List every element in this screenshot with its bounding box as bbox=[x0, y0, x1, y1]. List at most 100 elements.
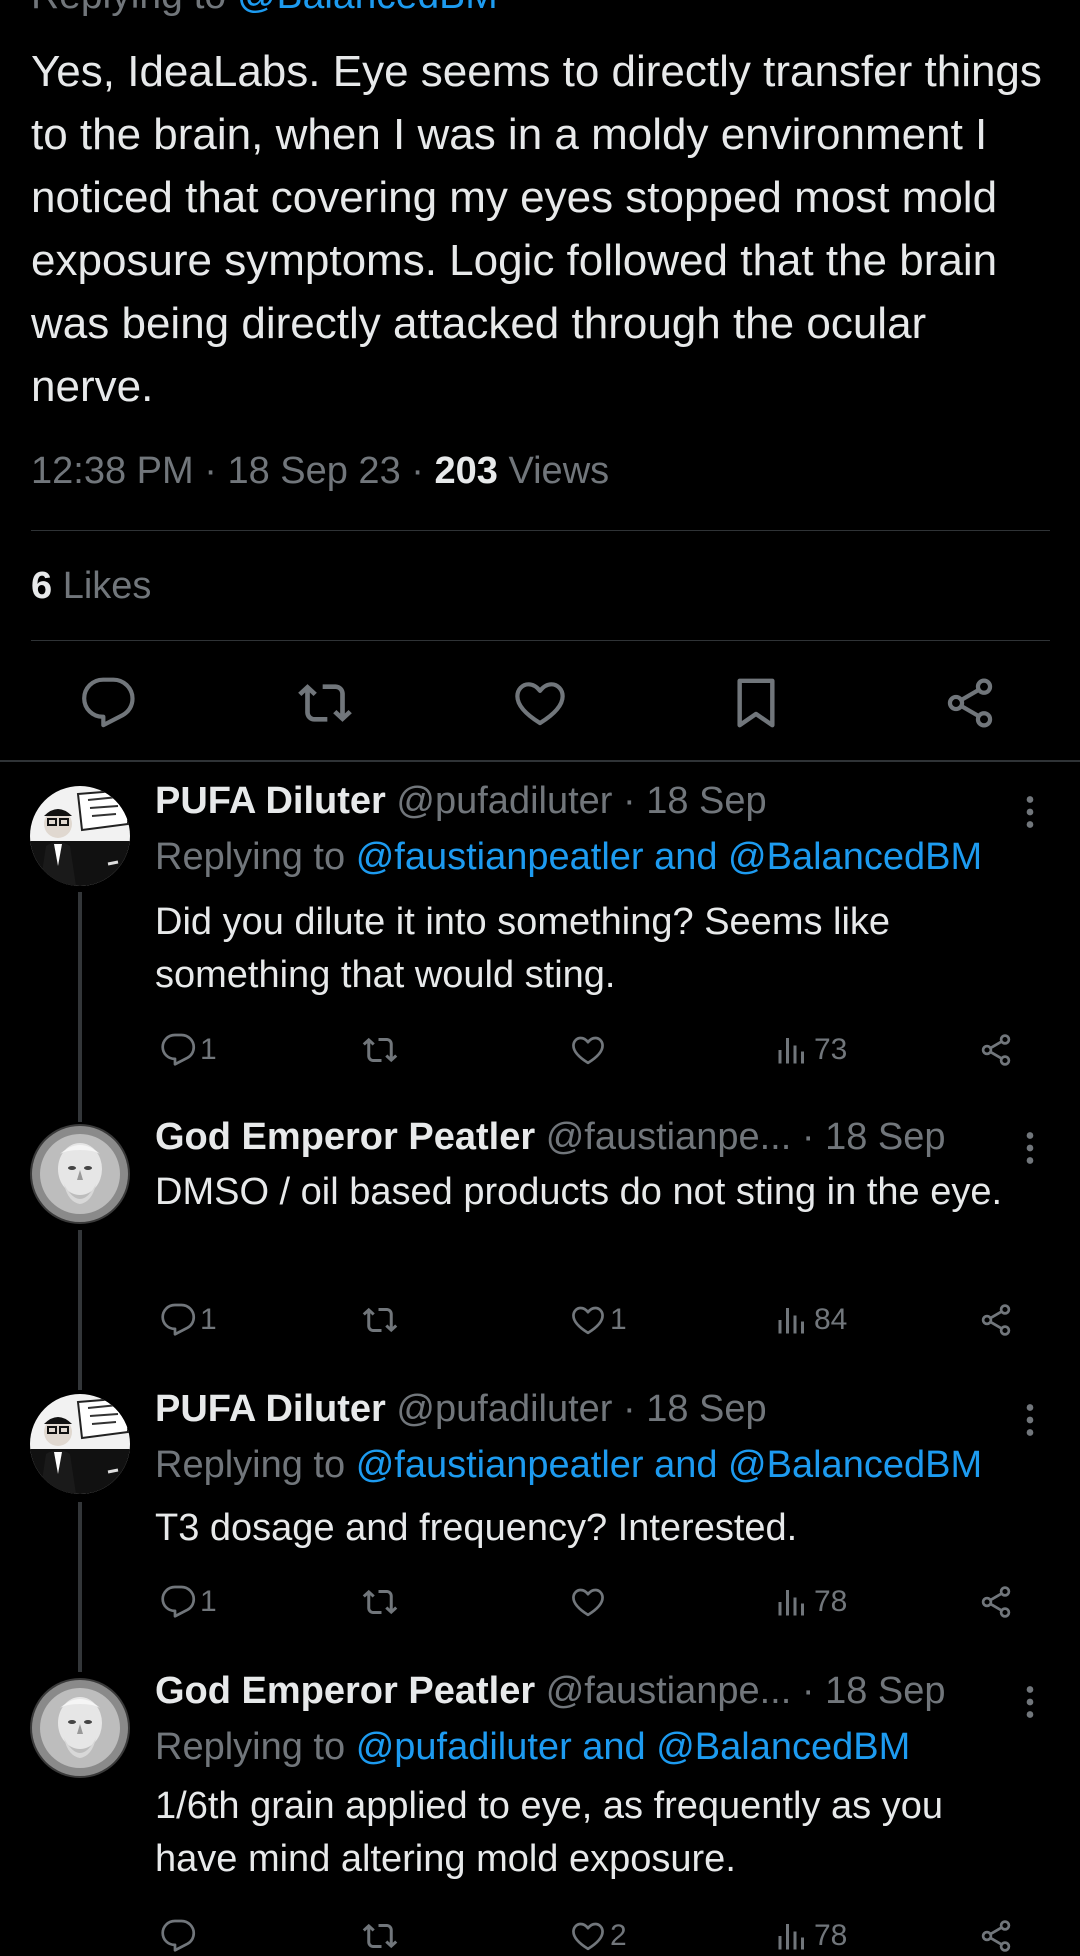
more-icon bbox=[1010, 1128, 1050, 1168]
author-handle[interactable]: @pufadiluter bbox=[396, 1388, 612, 1430]
like-button[interactable]: 1 bbox=[570, 1300, 627, 1340]
avatar[interactable] bbox=[30, 786, 130, 886]
reply-date: · 18 Sep bbox=[623, 1388, 767, 1430]
likes-count: 6 bbox=[31, 565, 53, 607]
reply-icon bbox=[160, 1918, 196, 1954]
replying-to: Replying to @faustianpeatler and @Balanc… bbox=[155, 1444, 982, 1487]
views-button[interactable]: 78 bbox=[774, 1582, 847, 1622]
replying-to: Replying to @pufadiluter and @BalancedBM bbox=[155, 1726, 910, 1769]
view-count: 84 bbox=[814, 1303, 848, 1336]
like-button[interactable] bbox=[570, 1582, 610, 1622]
author-name[interactable]: PUFA Diluter bbox=[155, 1388, 386, 1430]
share-icon bbox=[978, 1302, 1014, 1338]
views-icon bbox=[774, 1584, 810, 1620]
view-count: 78 bbox=[814, 1919, 848, 1952]
author-name[interactable]: God Emperor Peatler bbox=[155, 1670, 535, 1712]
reply-text: DMSO / oil based products do not sting i… bbox=[155, 1171, 1003, 1213]
views-button[interactable]: 78 bbox=[774, 1916, 847, 1956]
retweet-icon bbox=[362, 1584, 398, 1620]
like-icon bbox=[570, 1032, 606, 1068]
reply-button[interactable] bbox=[80, 675, 136, 731]
author-handle[interactable]: @pufadiluter bbox=[396, 780, 612, 822]
share-button[interactable] bbox=[978, 1300, 1014, 1340]
main-tweet-text: Yes, IdeaLabs. Eye seems to directly tra… bbox=[31, 47, 1042, 411]
views-icon bbox=[774, 1302, 810, 1338]
thread-line bbox=[78, 1230, 82, 1390]
retweet-button[interactable] bbox=[297, 675, 353, 731]
more-icon bbox=[1010, 1682, 1050, 1722]
reply-text: 1/6th grain applied to eye, as frequentl… bbox=[155, 1785, 943, 1880]
like-count: 1 bbox=[610, 1303, 627, 1336]
likes-summary[interactable]: 6 Likes bbox=[31, 565, 151, 608]
avatar[interactable] bbox=[30, 1678, 130, 1778]
replying-to: Replying to @faustianpeatler and @Balanc… bbox=[155, 836, 982, 879]
avatar-image bbox=[30, 1124, 130, 1224]
retweet-icon bbox=[297, 675, 353, 731]
reply-header: PUFA Diluter @pufadiluter · 18 Sep bbox=[155, 780, 767, 823]
replying-handles[interactable]: @faustianpeatler and @BalancedBM bbox=[356, 836, 982, 878]
more-button[interactable] bbox=[1010, 1128, 1050, 1168]
replying-prefix: Replying to bbox=[155, 1444, 346, 1486]
share-button[interactable] bbox=[942, 675, 998, 731]
retweet-button[interactable] bbox=[362, 1300, 402, 1340]
tweet-date: 18 Sep 23 bbox=[227, 450, 401, 492]
reply-button[interactable]: 1 bbox=[160, 1300, 217, 1340]
likes-label: Likes bbox=[62, 565, 152, 607]
avatar-image bbox=[30, 1678, 130, 1778]
like-button[interactable] bbox=[570, 1030, 610, 1070]
author-name[interactable]: PUFA Diluter bbox=[155, 780, 386, 822]
like-icon bbox=[570, 1918, 606, 1954]
retweet-button[interactable] bbox=[362, 1582, 402, 1622]
share-button[interactable] bbox=[978, 1916, 1014, 1956]
views-icon bbox=[774, 1032, 810, 1068]
view-count: 73 bbox=[814, 1033, 848, 1066]
like-button[interactable]: 2 bbox=[570, 1916, 627, 1956]
main-replying-prefix: Replying to bbox=[31, 0, 226, 17]
reply-icon bbox=[160, 1584, 196, 1620]
reply-button[interactable] bbox=[160, 1916, 200, 1956]
author-handle[interactable]: @faustianpe... bbox=[546, 1116, 792, 1158]
like-button[interactable] bbox=[512, 675, 568, 731]
bookmark-button[interactable] bbox=[728, 675, 784, 731]
reply-icon bbox=[80, 675, 136, 731]
reply-icon bbox=[160, 1032, 196, 1068]
share-icon bbox=[978, 1918, 1014, 1954]
retweet-icon bbox=[362, 1032, 398, 1068]
more-button[interactable] bbox=[1010, 792, 1050, 832]
reply-date: · 18 Sep bbox=[801, 1116, 946, 1158]
replying-handles[interactable]: @pufadiluter and @BalancedBM bbox=[356, 1726, 911, 1768]
avatar-image bbox=[30, 1394, 130, 1494]
retweet-button[interactable] bbox=[362, 1030, 402, 1070]
retweet-icon bbox=[362, 1302, 398, 1338]
views-button[interactable]: 73 bbox=[774, 1030, 847, 1070]
more-button[interactable] bbox=[1010, 1400, 1050, 1440]
share-button[interactable] bbox=[978, 1582, 1014, 1622]
views-button[interactable]: 84 bbox=[774, 1300, 847, 1340]
author-name[interactable]: God Emperor Peatler bbox=[155, 1116, 535, 1158]
reply-text: T3 dosage and frequency? Interested. bbox=[155, 1507, 798, 1549]
author-handle[interactable]: @faustianpe... bbox=[546, 1670, 792, 1712]
section-divider bbox=[0, 760, 1080, 762]
main-tweet-meta: 12:38 PM · 18 Sep 23 · 203 Views bbox=[31, 450, 610, 492]
replying-handles[interactable]: @faustianpeatler and @BalancedBM bbox=[356, 1444, 982, 1486]
reply-header: PUFA Diluter @pufadiluter · 18 Sep bbox=[155, 1388, 767, 1431]
reply-text: Did you dilute it into something? Seems … bbox=[155, 901, 891, 996]
view-count: 78 bbox=[814, 1585, 848, 1618]
like-icon bbox=[570, 1584, 606, 1620]
main-replying-handle[interactable]: @BalancedBM bbox=[237, 0, 498, 17]
avatar-image bbox=[30, 786, 130, 886]
reply-button[interactable]: 1 bbox=[160, 1582, 217, 1622]
tweet-time: 12:38 PM bbox=[31, 450, 194, 492]
reply-count: 1 bbox=[200, 1585, 217, 1618]
retweet-button[interactable] bbox=[362, 1916, 402, 1956]
views-count: 203 bbox=[434, 450, 498, 492]
reply-button[interactable]: 1 bbox=[160, 1030, 217, 1070]
share-button[interactable] bbox=[978, 1030, 1014, 1070]
bookmark-icon bbox=[728, 675, 784, 731]
more-button[interactable] bbox=[1010, 1682, 1050, 1722]
avatar[interactable] bbox=[30, 1124, 130, 1224]
like-icon bbox=[512, 675, 568, 731]
reply-header: God Emperor Peatler @faustianpe... · 18 … bbox=[155, 1116, 946, 1159]
avatar[interactable] bbox=[30, 1394, 130, 1494]
share-icon bbox=[978, 1032, 1014, 1068]
